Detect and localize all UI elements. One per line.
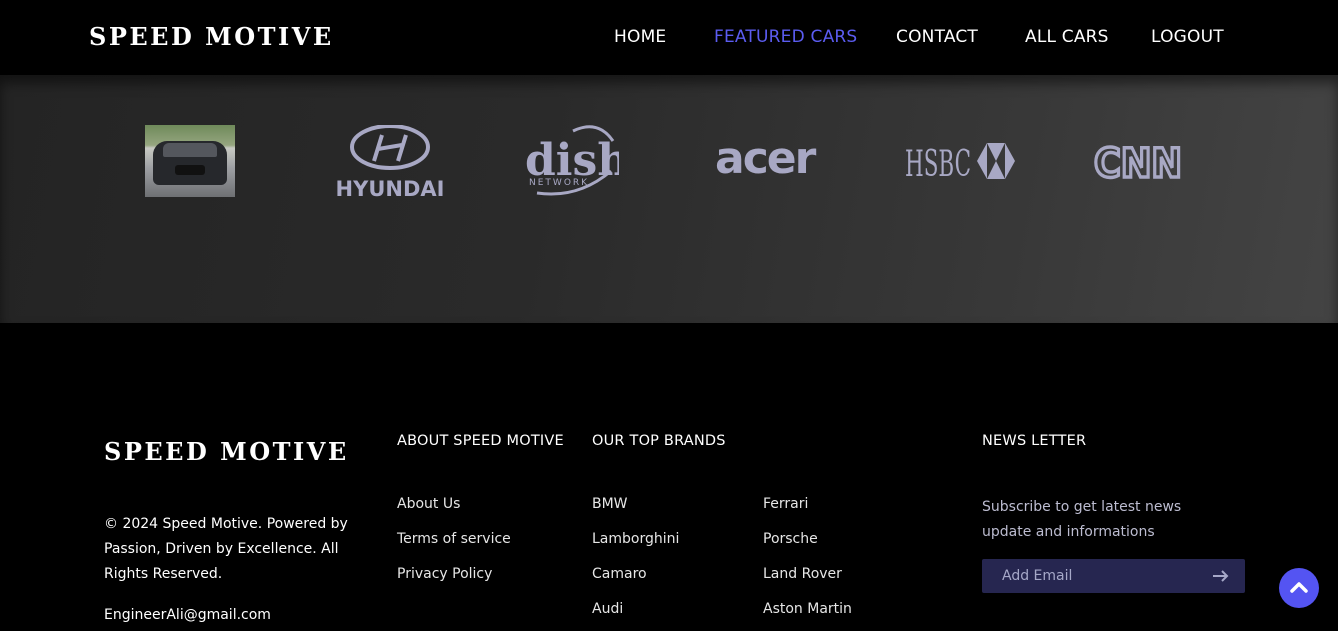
brand-link-audi[interactable]: Audi — [592, 601, 623, 617]
network-text: NETWORK — [529, 178, 589, 188]
terms-link[interactable]: Terms of service — [397, 531, 511, 547]
footer-logo[interactable]: SPEED MOTIVE — [104, 437, 349, 466]
copyright-text: © 2024 Speed Motive. Powered by Passion,… — [104, 516, 348, 582]
dish-network-logo: dish NETWORK — [523, 123, 629, 197]
acer-text: acer — [715, 133, 817, 183]
newsletter-description: Subscribe to get latest news update and … — [982, 499, 1182, 540]
top-brands-heading: OUR TOP BRANDS — [592, 433, 726, 449]
brand-link-camaro[interactable]: Camaro — [592, 566, 647, 582]
privacy-link[interactable]: Privacy Policy — [397, 566, 492, 582]
car-photo — [145, 125, 235, 197]
acer-logo: acer — [713, 133, 828, 184]
nav-all-cars[interactable]: ALL CARS — [1025, 27, 1109, 47]
site-logo[interactable]: SPEED MOTIVE — [89, 22, 334, 51]
cnn-text: CNN — [1094, 141, 1182, 185]
navbar: SPEED MOTIVE HOME FEATURED CARS CONTACT … — [0, 0, 1338, 75]
newsletter-form — [982, 559, 1245, 593]
back-to-top-button[interactable] — [1279, 568, 1319, 608]
cnn-logo: CNN — [1092, 139, 1186, 189]
brand-link-bmw[interactable]: BMW — [592, 496, 628, 512]
about-heading: ABOUT SPEED MOTIVE — [397, 433, 564, 449]
newsletter-email-input[interactable] — [982, 559, 1197, 593]
hyundai-logo: HYUNDAI — [334, 124, 446, 201]
brand-link-porsche[interactable]: Porsche — [763, 531, 818, 547]
arrow-right-icon[interactable] — [1205, 563, 1237, 589]
brand-logo-strip: HYUNDAI dish NETWORK acer HSBC CNN — [0, 75, 1338, 323]
brand-link-land-rover[interactable]: Land Rover — [763, 566, 842, 582]
about-us-link[interactable]: About Us — [397, 496, 460, 512]
nav-home[interactable]: HOME — [614, 27, 666, 47]
newsletter-heading: NEWS LETTER — [982, 433, 1087, 449]
brand-link-aston-martin[interactable]: Aston Martin — [763, 601, 852, 617]
nav-featured-cars[interactable]: FEATURED CARS — [714, 27, 857, 47]
brand-link-lamborghini[interactable]: Lamborghini — [592, 531, 679, 547]
brand-link-ferrari[interactable]: Ferrari — [763, 496, 808, 512]
nav-contact[interactable]: CONTACT — [896, 27, 978, 47]
nav-logout[interactable]: LOGOUT — [1151, 27, 1224, 47]
hsbc-logo: HSBC — [905, 139, 1020, 185]
hyundai-text: HYUNDAI — [336, 177, 445, 200]
hsbc-text: HSBC — [905, 144, 971, 183]
contact-email[interactable]: EngineerAli@gmail.com — [104, 607, 271, 623]
chevron-up-icon — [1290, 582, 1308, 593]
